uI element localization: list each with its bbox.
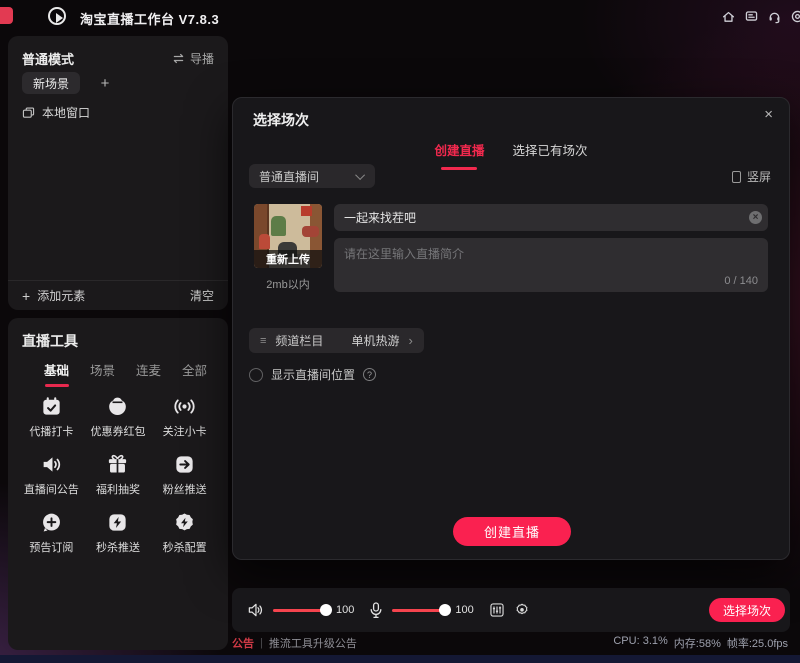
scene-tab-new[interactable]: 新场景 (22, 72, 80, 94)
mic-slider-knob[interactable] (439, 604, 451, 616)
tab-create-live[interactable]: 创建直播 (434, 140, 484, 170)
tools-grid: 代播打卡 优惠券红包 关注小卡 直播间公告 福利抽奖 粉丝推送 (18, 388, 218, 562)
calendar-check-icon (40, 395, 63, 418)
status-bar: 公告 | 推流工具升级公告 CPU: 3.1% 内存:58% 帧率:25.0fp… (232, 634, 788, 652)
fps-stat: 帧率:25.0fps (727, 635, 788, 651)
clear-input-icon[interactable]: × (749, 211, 762, 224)
status-divider: | (260, 637, 263, 649)
category-value: 单机热游 (351, 332, 399, 349)
tab-scene[interactable]: 场景 (90, 360, 115, 387)
room-type-value: 普通直播间 (259, 168, 319, 185)
clear-button[interactable]: 清空 (190, 287, 214, 304)
location-label: 显示直播间位置 (271, 366, 355, 383)
scene-panel: 普通模式 导播 新场景 + 本地窗口 + 添加元素 清空 (8, 36, 228, 310)
chevron-right-icon: › (408, 333, 412, 348)
tool-coupon-redpacket[interactable]: 优惠券红包 (85, 388, 152, 446)
mic-icon[interactable] (369, 602, 383, 619)
tool-room-announcement[interactable]: 直播间公告 (18, 446, 85, 504)
tools-tabs: 基础 场景 连麦 全部 (44, 360, 207, 387)
scene-panel-title: 普通模式 (22, 49, 74, 68)
settings-icon[interactable] (790, 9, 800, 24)
cover-size-hint: 2mb以内 (254, 276, 322, 292)
broadcast-icon (173, 395, 196, 418)
tool-fans-push[interactable]: 粉丝推送 (151, 446, 218, 504)
live-desc-field: 0 / 140 (334, 238, 768, 292)
tool-flash-sale-config[interactable]: 秒杀配置 (151, 504, 218, 562)
add-element-button[interactable]: + 添加元素 (22, 287, 85, 304)
plus-icon: + (22, 288, 30, 304)
live-title-input[interactable] (334, 204, 768, 231)
red-packet-icon (106, 395, 129, 418)
home-icon[interactable] (721, 9, 736, 24)
orientation-label: 竖屏 (747, 168, 771, 185)
add-scene-button[interactable]: + (94, 72, 116, 94)
cpu-stat: CPU: 3.1% (613, 635, 667, 651)
swap-arrows-icon (172, 53, 185, 64)
source-item-label: 本地窗口 (42, 104, 90, 121)
taskbar-strip (0, 655, 800, 663)
select-session-modal: 选择场次 × 创建直播 选择已有场次 普通直播间 竖屏 重新上传 2mb以内 × (232, 97, 790, 560)
titlebar: 淘宝直播工作台 V7.8.3 (0, 0, 800, 32)
speaker-icon (40, 453, 63, 476)
create-live-button[interactable]: 创建直播 (453, 517, 571, 546)
room-type-select[interactable]: 普通直播间 (249, 164, 375, 188)
location-checkbox[interactable] (249, 368, 263, 382)
tab-existing-session[interactable]: 选择已有场次 (513, 140, 588, 170)
taobao-live-logo-icon (48, 7, 66, 25)
help-icon[interactable]: ? (363, 368, 376, 381)
headset-icon[interactable] (767, 9, 782, 24)
tool-flash-sale-push[interactable]: 秒杀推送 (85, 504, 152, 562)
cover-uploader[interactable]: 重新上传 (254, 204, 322, 268)
char-counter: 0 / 140 (724, 275, 758, 287)
flash-config-icon (173, 511, 196, 534)
record-icon[interactable] (514, 602, 530, 618)
announcement-board-icon[interactable] (744, 9, 759, 24)
tab-all[interactable]: 全部 (182, 360, 207, 387)
director-label: 导播 (190, 50, 214, 67)
chevron-down-icon (355, 170, 365, 180)
volume-slider-knob[interactable] (320, 604, 332, 616)
volume-value: 100 (336, 604, 354, 616)
flash-send-icon (106, 511, 129, 534)
modal-title: 选择场次 (253, 110, 309, 130)
tab-basic[interactable]: 基础 (44, 360, 69, 387)
volume-icon[interactable] (247, 602, 264, 618)
edge-app-logo (0, 7, 13, 24)
app-title: 淘宝直播工作台 V7.8.3 (80, 9, 219, 28)
volume-slider[interactable] (273, 609, 327, 612)
orientation-toggle[interactable]: 竖屏 (732, 168, 771, 185)
tool-preview-subscribe[interactable]: 预告订阅 (18, 504, 85, 562)
app-window: 淘宝直播工作台 V7.8.3 普通模式 导播 新场景 + 本地窗口 + (0, 0, 800, 663)
audio-mixer-icon[interactable] (489, 602, 505, 618)
live-desc-input[interactable] (334, 238, 768, 292)
source-item-local-window[interactable]: 本地窗口 (22, 104, 90, 121)
tools-panel-title: 直播工具 (22, 331, 78, 351)
list-icon: ≡ (260, 335, 266, 347)
window-copy-icon (22, 107, 35, 119)
portrait-screen-icon (732, 171, 741, 183)
notice-link[interactable]: 推流工具升级公告 (269, 635, 357, 651)
notice-tag: 公告 (232, 635, 254, 651)
tool-lottery[interactable]: 福利抽奖 (85, 446, 152, 504)
control-bar: 100 100 选择场次 (232, 588, 790, 632)
tab-co-stream[interactable]: 连麦 (136, 360, 161, 387)
tool-follow-card[interactable]: 关注小卡 (151, 388, 218, 446)
memory-stat: 内存:58% (674, 635, 721, 651)
mic-slider[interactable] (392, 609, 446, 612)
location-option: 显示直播间位置 ? (249, 366, 376, 383)
mic-value: 100 (455, 604, 473, 616)
live-tools-panel: 直播工具 基础 场景 连麦 全部 代播打卡 优惠券红包 关注小卡 直播间公告 (8, 318, 228, 650)
plus-circle-icon (40, 511, 63, 534)
channel-label: 频道栏目 (275, 332, 323, 349)
director-mode-toggle[interactable]: 导播 (172, 50, 214, 67)
reupload-button[interactable]: 重新上传 (254, 250, 322, 268)
select-session-button[interactable]: 选择场次 (709, 598, 785, 622)
category-selector[interactable]: ≡ 频道栏目 单机热游 › (249, 328, 424, 353)
send-arrow-icon (173, 453, 196, 476)
close-icon[interactable]: × (764, 106, 773, 123)
gift-icon (106, 453, 129, 476)
tool-attendance[interactable]: 代播打卡 (18, 388, 85, 446)
